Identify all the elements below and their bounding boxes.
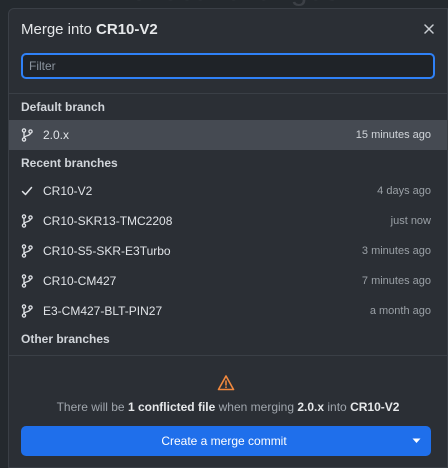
section-default-branch: Default branch xyxy=(21,100,106,114)
branch-row-e3-cm427-blt-pin27[interactable]: E3-CM427-BLT-PIN27 a month ago xyxy=(9,296,447,326)
branch-name: CR10-V2 xyxy=(43,184,93,198)
branch-row-cr10-v2[interactable]: CR10-V2 4 days ago xyxy=(9,176,447,206)
branch-time: a month ago xyxy=(369,305,431,317)
branch-row-cr10-skr13-tmc2208[interactable]: CR10-SKR13-TMC2208 just now xyxy=(9,206,447,236)
merge-button-label: Create a merge commit xyxy=(161,434,287,448)
filter-container xyxy=(21,53,435,79)
source-branch: 2.0.x xyxy=(297,400,325,414)
branch-time: just now xyxy=(390,215,431,227)
branch-row-2-0-x[interactable]: 2.0.x 15 minutes ago xyxy=(9,120,447,150)
branch-name: CR10-S5-SKR-E3Turbo xyxy=(43,244,171,258)
branch-icon xyxy=(21,243,39,259)
branch-row-cr10-cm427[interactable]: CR10-CM427 7 minutes ago xyxy=(9,266,447,296)
create-merge-commit-button[interactable]: Create a merge commit xyxy=(21,426,431,456)
close-icon xyxy=(424,24,434,34)
conflict-warning: There will be 1 conflicted file when mer… xyxy=(9,400,447,414)
merge-footer: There will be 1 conflicted file when mer… xyxy=(9,355,447,467)
branch-time: 3 minutes ago xyxy=(361,245,431,257)
filter-input[interactable] xyxy=(21,53,435,79)
branch-icon xyxy=(21,273,39,289)
conflict-count: 1 conflicted file xyxy=(127,400,216,414)
warn-prefix: There will be xyxy=(56,400,128,414)
branch-list[interactable]: Default branch 2.0.x 15 minutes ago Rece… xyxy=(9,94,447,354)
warn-middle: when merging xyxy=(215,400,298,414)
branch-name: CR10-SKR13-TMC2208 xyxy=(43,214,173,228)
merge-options-dropdown[interactable] xyxy=(401,426,431,456)
branch-time: 15 minutes ago xyxy=(355,129,431,141)
branch-name: E3-CM427-BLT-PIN27 xyxy=(43,304,163,318)
dialog-title: Merge into CR10-V2 xyxy=(21,21,158,38)
branch-name: CR10-CM427 xyxy=(43,274,117,288)
branch-icon xyxy=(21,303,39,319)
branch-row-cr10-s5-skr-e3turbo[interactable]: CR10-S5-SKR-E3Turbo 3 minutes ago xyxy=(9,236,447,266)
branch-icon xyxy=(21,213,39,229)
close-button[interactable] xyxy=(421,21,437,37)
warn-into: into xyxy=(324,400,351,414)
caret-down-icon xyxy=(412,438,420,443)
target-branch: CR10-V2 xyxy=(350,400,400,414)
dialog-title-prefix: Merge into xyxy=(21,20,97,38)
dialog-title-branch: CR10-V2 xyxy=(96,20,158,38)
branch-icon xyxy=(21,127,39,143)
warning-icon xyxy=(217,375,235,391)
background-title: No local changes xyxy=(0,0,448,8)
check-icon xyxy=(21,183,39,199)
dialog-header: Merge into CR10-V2 xyxy=(9,9,447,49)
branch-name: 2.0.x xyxy=(43,128,70,142)
section-recent-branches: Recent branches xyxy=(21,156,118,170)
merge-dialog: Merge into CR10-V2 Default branch 2.0.x … xyxy=(8,8,448,468)
branch-time: 7 minutes ago xyxy=(361,275,431,287)
branch-time: 4 days ago xyxy=(377,185,431,197)
section-other-branches: Other branches xyxy=(21,332,110,346)
